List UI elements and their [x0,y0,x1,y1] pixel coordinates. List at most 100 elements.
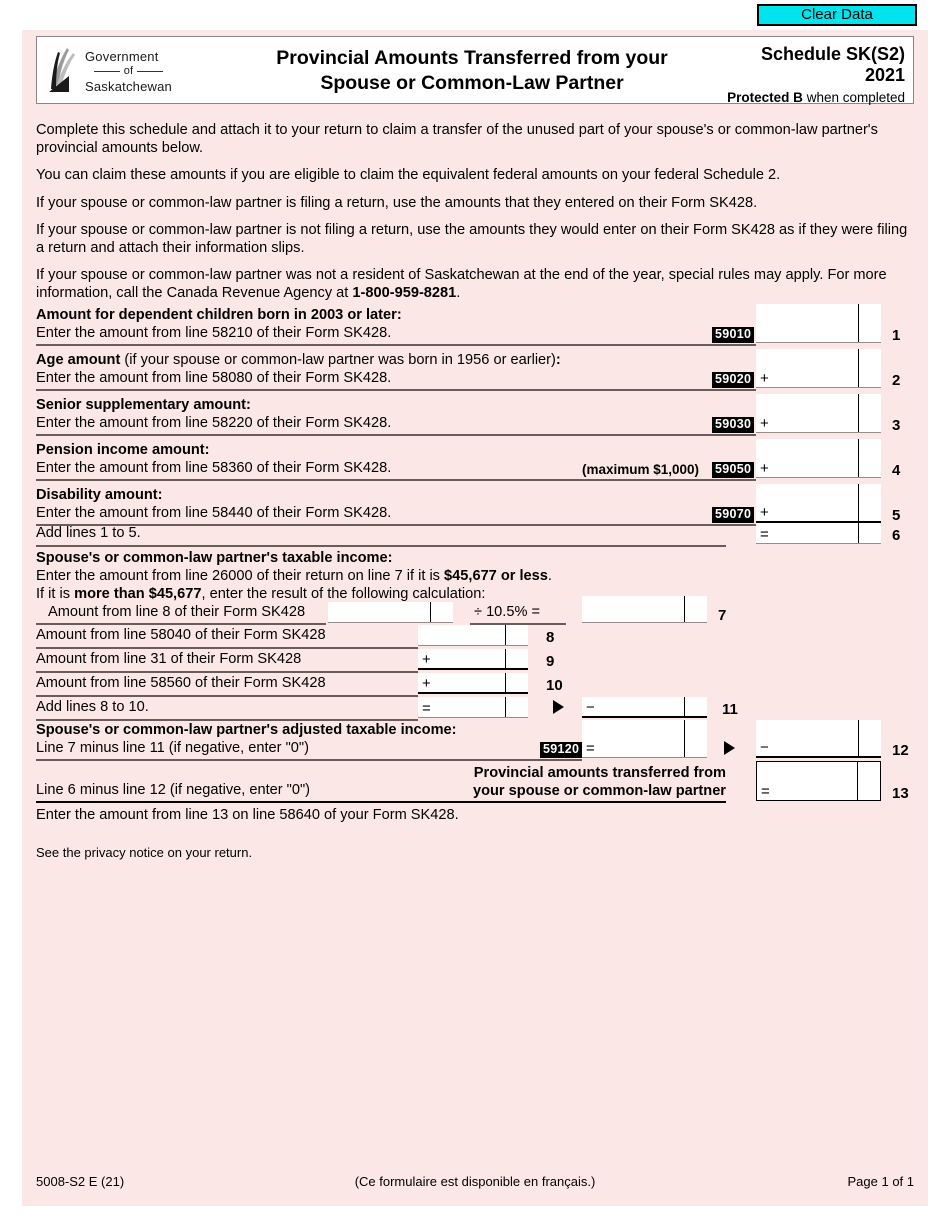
line11-amount-input[interactable]: − [582,697,707,718]
line12-subtotal-input[interactable]: = [582,720,707,758]
line7-divisor-input[interactable] [328,602,453,623]
line13-number: 13 [892,785,909,802]
line12-carry-arrow-icon [724,741,735,755]
line11-cents-divider [684,697,685,716]
line3-heading: Senior supplementary amount: [36,397,251,413]
line2-amount-input[interactable]: + [756,349,881,388]
line9-number: 9 [546,653,555,670]
line2-heading-colon: : [555,352,561,368]
line9-amount-input[interactable]: + [418,649,528,670]
logo-rule-right [137,70,164,72]
line4-amount-input[interactable]: + [756,439,881,478]
line4-field-code: 59050 [712,462,755,478]
intro-paragraph-5: If your spouse or common-law partner was… [36,267,914,302]
line11-subtotal-cents-divider [505,697,506,717]
line11-minus-operator: − [586,699,595,716]
line11-subtotal-input[interactable]: = [418,697,528,718]
line2-field-code: 59020 [712,372,755,388]
line3-sublabel: Enter the amount from line 58220 of thei… [36,415,392,431]
line2-heading-bold: Age amount [36,352,121,368]
line5-field-code: 59070 [712,507,755,523]
line12-cents-divider [858,720,859,756]
line1-number: 1 [892,327,901,344]
line12-amount-input[interactable]: − [756,720,881,758]
line13-amount-input[interactable]: = [756,761,881,801]
line9-rule [36,671,418,673]
line4-rule [36,479,756,481]
line11-label: Add lines 8 to 10. [36,699,149,715]
line6-cents-divider [858,523,859,543]
line6-amount-input[interactable]: = [756,523,881,544]
line13-cents-divider [857,762,858,800]
line7-sublabel-2: If it is more than $45,677, enter the re… [36,586,485,604]
line10-amount-input[interactable]: + [418,673,528,694]
line3-amount-input[interactable]: + [756,394,881,433]
line7-calc-label: Amount from line 8 of their Form SK428 [48,604,306,620]
line4-operator: + [760,460,769,477]
line6-operator: = [760,526,769,543]
line4-sublabel: Enter the amount from line 58360 of thei… [36,460,392,476]
line1-amount-input[interactable] [756,304,881,343]
line3-number: 3 [892,417,901,434]
line7-sub1-part3: . [547,568,552,584]
line13-rule [36,801,726,803]
line10-operator: + [422,675,431,692]
line10-label: Amount from line 58560 of their Form SK4… [36,675,326,691]
line13-operator: = [761,783,770,800]
line2-number: 2 [892,372,901,389]
line1-field-code: 59010 [712,327,755,343]
clear-data-button[interactable]: Clear Data [757,4,917,26]
schedule-label: Schedule SK(S2) [760,44,905,64]
line8-number: 8 [546,629,555,646]
line7-cents-divider [684,596,685,622]
tax-year-label: 2021 [864,65,905,85]
line8-amount-input[interactable] [418,625,528,646]
intro-paragraph-1: Complete this schedule and attach it to … [36,122,878,156]
line2-cents-divider [858,349,859,387]
line12-heading: Spouse's or common-law partner's adjuste… [36,722,457,738]
logo-of-word: of [123,64,134,77]
line13-caption-line1: Provincial amounts transferred from [473,765,726,781]
privacy-notice: See the privacy notice on your return. [36,845,253,860]
line11-operator: = [422,700,431,717]
saskatchewan-wheat-icon [49,48,75,92]
line10-number: 10 [546,677,563,694]
line13-label: Line 6 minus line 12 (if negative, enter… [36,782,311,798]
logo-line-government: Government [85,48,159,64]
protected-b-badge: Protected B when completed [690,89,905,106]
line5-number: 5 [892,507,901,524]
line10-rule [36,695,418,697]
line1-sublabel: Enter the amount from line 58210 of thei… [36,325,392,341]
line1-cents-divider [858,304,859,342]
line6-label: Add lines 1 to 5. [36,525,141,541]
closing-enter-note: Enter the amount from line 13 on line 58… [36,807,459,823]
line8-label: Amount from line 58040 of their Form SK4… [36,627,326,643]
government-of-saskatchewan-logo: Government of Saskatchewan [45,43,225,99]
line3-cents-divider [858,394,859,432]
form-page: Clear Data Government of Saskatchewan Pr… [0,0,950,1230]
line12-field-code: 59120 [540,742,583,758]
line2-sublabel: Enter the amount from line 58080 of thei… [36,370,392,386]
line12-sublabel: Line 7 minus line 11 (if negative, enter… [36,740,309,756]
line7-sub2-part3: , enter the result of the following calc… [201,586,486,602]
line12-subtotal-cents-divider [684,720,685,757]
french-availability-note: (Ce formulaire est disponible en françai… [354,1174,596,1189]
line6-rule [36,545,726,547]
line8-rule [36,647,418,649]
logo-line-saskatchewan: Saskatchewan [85,78,172,94]
line5-amount-input[interactable]: + [756,484,881,523]
line7-amount-input[interactable] [582,596,707,623]
protected-b-rest: when completed [802,90,905,105]
line11-rule [36,719,418,721]
line12-minus-operator: − [760,739,769,756]
page-footer: 5008-S2 E (21) (Ce formulaire est dispon… [36,1174,914,1192]
line7-sublabel-1: Enter the amount from line 26000 of thei… [36,568,552,586]
line7-sub1-part1: Enter the amount from line 26000 of thei… [36,568,445,584]
line4-heading: Pension income amount: [36,442,210,458]
logo-wordmark: Government of Saskatchewan [85,49,172,94]
line7-number: 7 [718,607,727,624]
logo-rule-left [93,70,120,72]
line2-rule [36,389,756,391]
line9-label: Amount from line 31 of their Form SK428 [36,651,302,667]
line10-cents-divider [505,673,506,692]
